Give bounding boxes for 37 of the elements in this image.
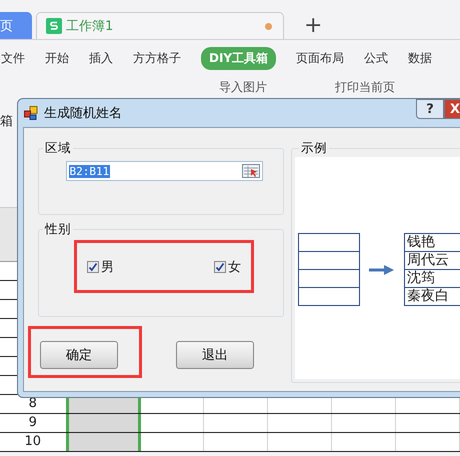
group-label: 示例	[300, 140, 328, 157]
toolbar-label[interactable]: 打印当前页	[335, 79, 395, 96]
name-cell: 钱艳	[405, 234, 460, 252]
name-cell: 沈筠	[405, 270, 460, 288]
ribbon-tab[interactable]: 插入	[89, 48, 113, 68]
checkbox-box[interactable]	[214, 260, 226, 272]
right-arrow-icon	[368, 264, 396, 276]
checkbox[interactable]: 女	[214, 258, 241, 276]
new-tab-button[interactable]: +	[304, 12, 322, 39]
dialog-button[interactable]: 退出	[176, 341, 254, 369]
ribbon-tab[interactable]: 开始	[45, 48, 69, 68]
dialog-button[interactable]: 确定	[40, 341, 118, 369]
toolbar-label: 箱	[0, 113, 13, 130]
checkbox[interactable]: 男	[87, 258, 114, 276]
toolbar-label[interactable]: 导入图片	[219, 79, 267, 96]
row-number: 10	[23, 433, 42, 451]
row-number: 9	[28, 414, 38, 432]
ribbon-tab[interactable]: 文件	[1, 48, 25, 68]
help-button[interactable]: ?	[416, 99, 444, 119]
selected-cell[interactable]	[66, 414, 141, 432]
name-cell: 周代云	[405, 252, 460, 270]
range-field[interactable]: B2:B11	[66, 161, 262, 181]
group-label: 性别	[44, 221, 72, 238]
name-cell: 秦夜白	[405, 288, 460, 306]
close-button[interactable]: X	[444, 99, 460, 119]
ribbon-tab[interactable]: 方方格子	[133, 48, 181, 68]
group-label: 区域	[44, 140, 72, 157]
selected-cell[interactable]	[66, 433, 141, 451]
ribbon-tab[interactable]: 页面布局	[296, 48, 344, 68]
spreadsheet-icon	[46, 18, 62, 34]
dialog-title: 生成随机姓名	[44, 105, 123, 122]
range-picker-icon[interactable]	[242, 164, 260, 178]
ribbon-tab[interactable]: 数据	[408, 48, 432, 68]
ribbon-tab[interactable]: 公式	[364, 48, 388, 68]
checkbox-box[interactable]	[87, 260, 99, 272]
app-icon	[24, 106, 38, 120]
selected-text: B2:B11	[68, 164, 110, 178]
